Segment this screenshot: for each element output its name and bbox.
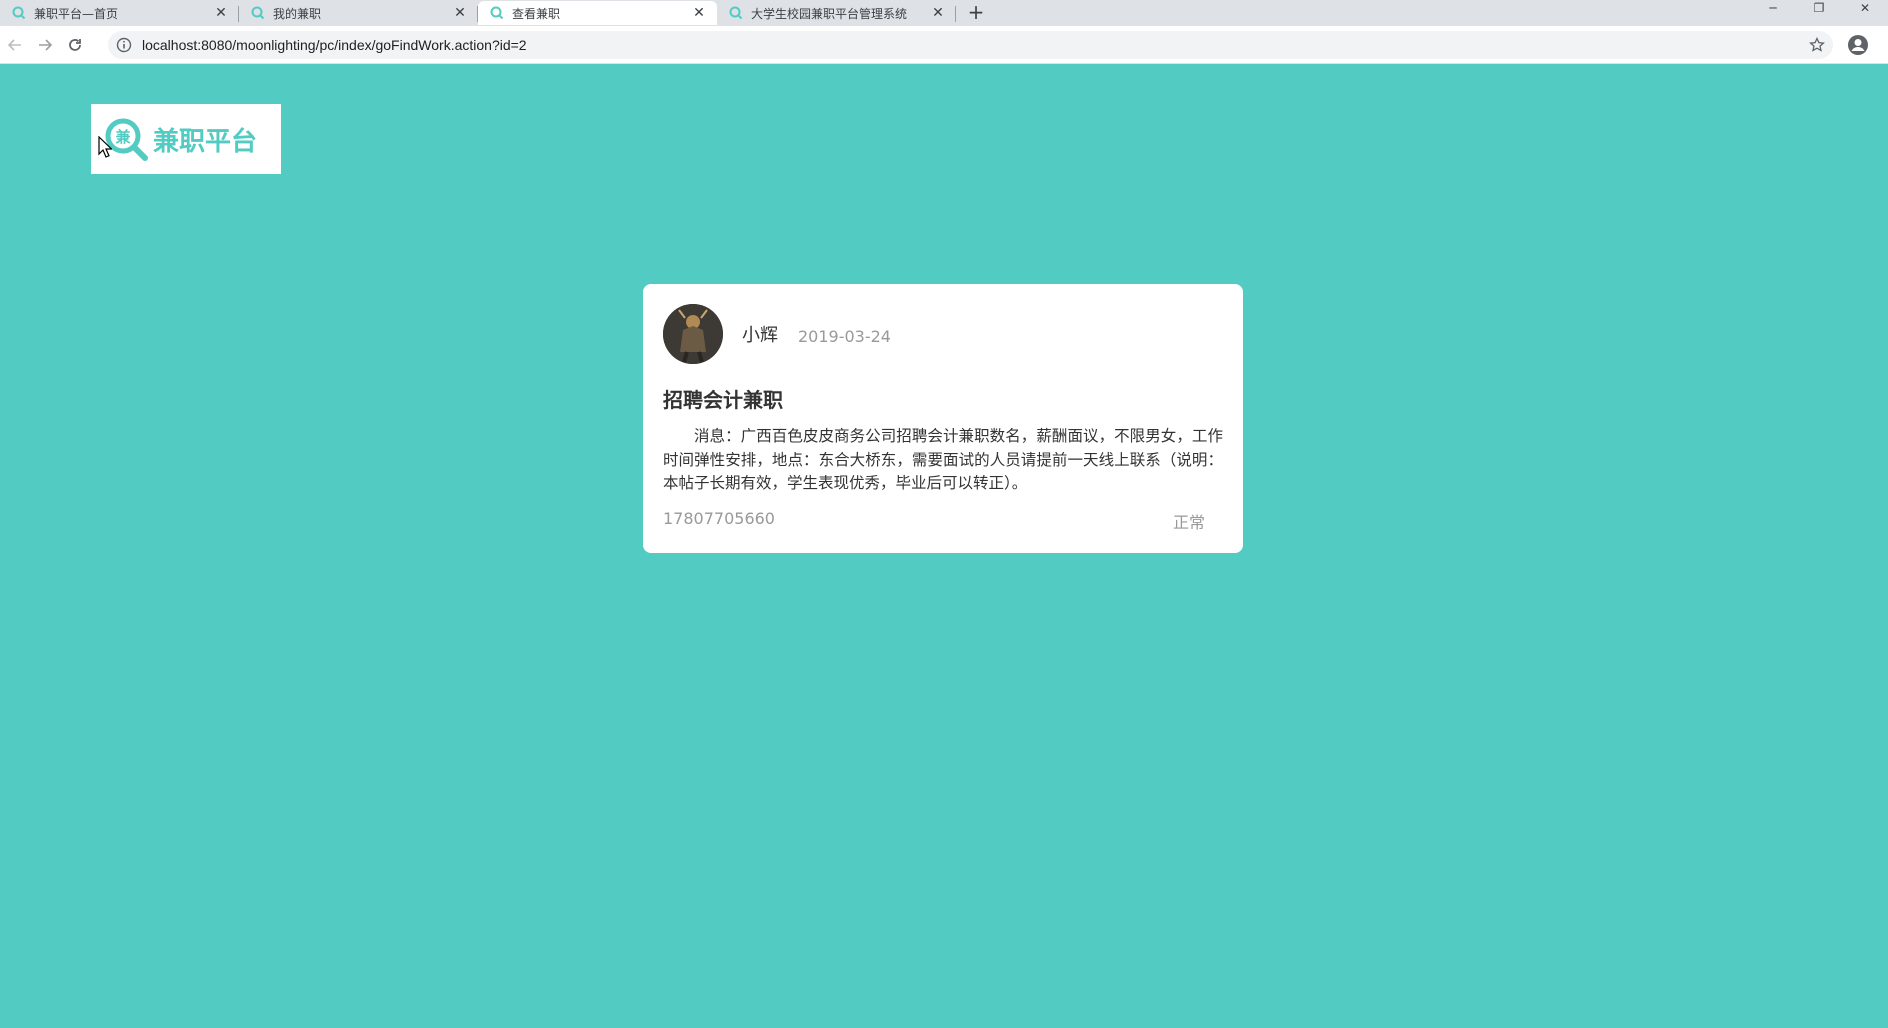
close-icon[interactable]: ✕ [930, 5, 946, 21]
search-icon [729, 6, 743, 20]
tab-view-job[interactable]: 查看兼职 ✕ [478, 1, 717, 25]
close-icon[interactable]: ✕ [213, 5, 229, 21]
minimize-button[interactable]: ─ [1750, 0, 1796, 20]
window-close-button[interactable]: ✕ [1842, 0, 1888, 20]
arrow-left-icon [7, 38, 21, 51]
browser-toolbar: localhost:8080/moonlighting/pc/index/goF… [0, 26, 1888, 64]
search-icon [251, 6, 265, 20]
window-controls: ─ ❐ ✕ [1750, 0, 1888, 20]
back-button[interactable] [0, 30, 30, 60]
browser-tab-bar: 兼职平台—首页 ✕ 我的兼职 ✕ 查看兼职 ✕ 大学生校园兼职平台管理系统 ✕ … [0, 0, 1888, 26]
reload-icon [69, 38, 81, 51]
post-header: 小辉 2019-03-24 [663, 304, 1223, 364]
tab-my-jobs[interactable]: 我的兼职 ✕ [239, 2, 478, 24]
site-logo[interactable]: 兼 兼职平台 [91, 104, 281, 174]
new-tab-button[interactable]: + [962, 2, 990, 24]
close-icon[interactable]: ✕ [691, 5, 707, 21]
forward-button[interactable] [30, 30, 60, 60]
avatar [663, 304, 723, 364]
logo-text: 兼职平台 [153, 126, 258, 157]
post-description: 消息：广西百色皮皮商务公司招聘会计兼职数名，薪酬面议，不限男女，工作时间弹性安排… [663, 427, 1223, 492]
mouse-cursor-icon [98, 136, 112, 158]
post-phone: 17807705660 [663, 508, 775, 528]
tab-title: 大学生校园兼职平台管理系统 [751, 6, 908, 21]
arrow-right-icon [39, 38, 53, 51]
post-status: 正常 [1172, 512, 1205, 532]
job-post-card: 小辉 2019-03-24 招聘会计兼职 消息：广西百色皮皮商务公司招聘会计兼职… [643, 284, 1243, 553]
logo-mark-char: 兼 [115, 128, 131, 146]
post-footer: 17807705660 正常 [663, 509, 1223, 533]
info-icon[interactable] [116, 37, 132, 53]
tab-title: 查看兼职 [512, 6, 561, 21]
avatar-image [663, 304, 723, 364]
post-title: 招聘会计兼职 [663, 388, 783, 412]
tab-admin-system[interactable]: 大学生校园兼职平台管理系统 ✕ [717, 2, 956, 24]
post-date: 2019-03-24 [798, 326, 891, 346]
address-bar[interactable]: localhost:8080/moonlighting/pc/index/goF… [108, 30, 1833, 59]
tab-home[interactable]: 兼职平台—首页 ✕ [0, 2, 239, 24]
close-icon[interactable]: ✕ [452, 5, 468, 21]
search-icon [490, 6, 504, 20]
tab-title: 兼职平台—首页 [34, 6, 119, 21]
profile-icon[interactable] [1847, 34, 1869, 56]
search-icon [12, 6, 26, 20]
reload-button[interactable] [60, 30, 90, 60]
post-author[interactable]: 小辉 [742, 321, 778, 347]
url-text[interactable]: localhost:8080/moonlighting/pc/index/goF… [142, 37, 527, 53]
tab-title: 我的兼职 [273, 6, 322, 21]
star-icon[interactable] [1809, 36, 1825, 53]
restore-button[interactable]: ❐ [1796, 0, 1842, 20]
